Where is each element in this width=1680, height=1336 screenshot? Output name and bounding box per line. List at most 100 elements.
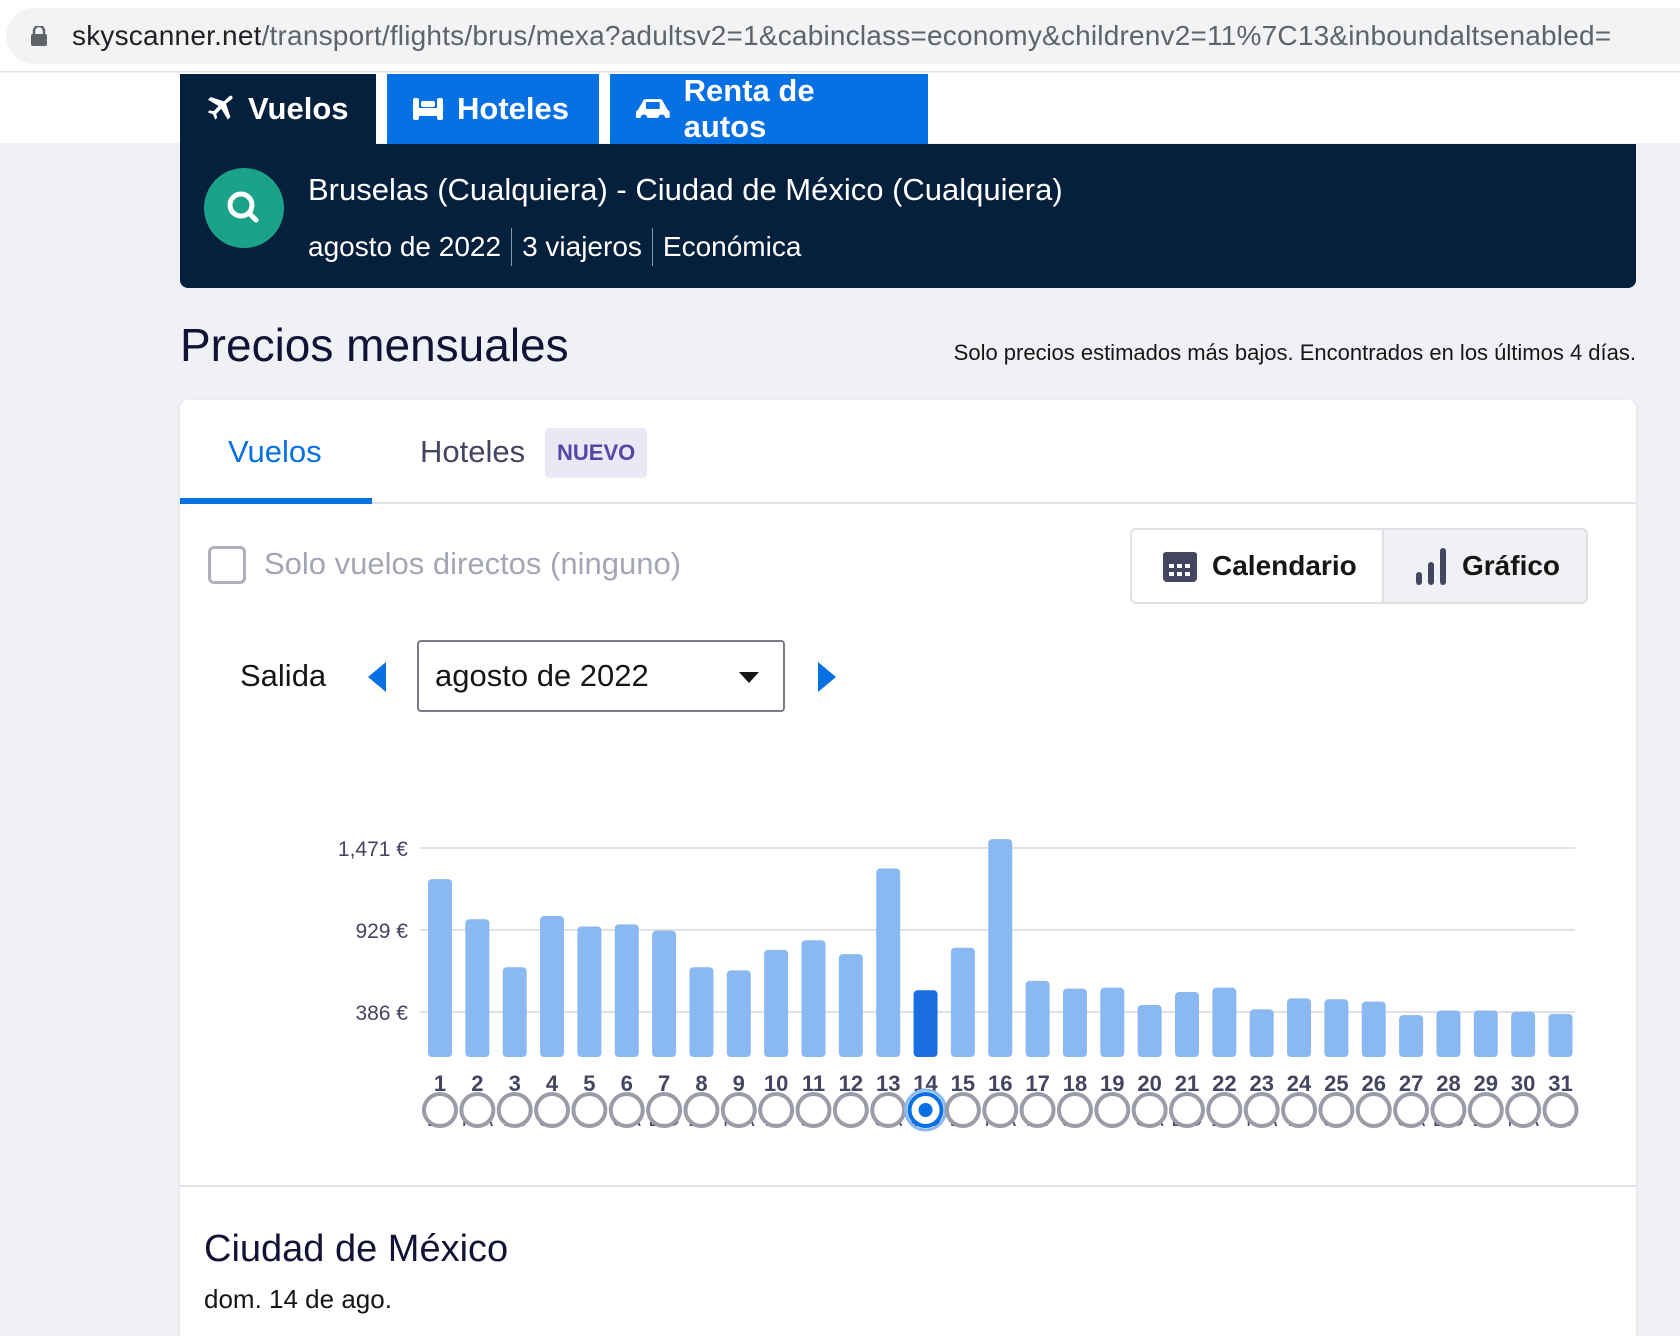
tab-card-hotels[interactable]: Hoteles xyxy=(420,434,525,470)
calendar-icon xyxy=(1163,552,1197,582)
price-bar[interactable] xyxy=(689,967,714,1057)
price-bar[interactable] xyxy=(465,919,490,1057)
date-dot[interactable] xyxy=(1505,1092,1542,1128)
tab-car-rental-label: Renta de autos xyxy=(683,73,815,144)
tab-card-flights[interactable]: Vuelos xyxy=(228,434,322,470)
price-bar[interactable] xyxy=(1212,987,1237,1057)
new-badge: NUEVO xyxy=(545,428,648,478)
price-bar[interactable] xyxy=(1287,998,1312,1057)
price-bar[interactable] xyxy=(614,924,639,1057)
price-bar[interactable] xyxy=(1025,980,1050,1057)
price-bar[interactable] xyxy=(1361,1001,1386,1057)
date-dot[interactable] xyxy=(422,1092,458,1128)
tab-flights[interactable]: Vuelos xyxy=(180,74,376,144)
date-dot[interactable] xyxy=(1243,1092,1280,1128)
date-dot[interactable] xyxy=(720,1092,757,1128)
price-bar[interactable] xyxy=(1249,1009,1274,1057)
previous-month-icon[interactable] xyxy=(368,662,386,692)
date-dot[interactable] xyxy=(571,1092,608,1128)
price-note: Solo precios estimados más bajos. Encont… xyxy=(953,340,1636,365)
tab-flights-label: Vuelos xyxy=(248,91,349,126)
y-tick-label: 386 € xyxy=(355,1002,408,1025)
date-dot[interactable] xyxy=(1318,1092,1355,1128)
y-tick-label: 1,471 € xyxy=(338,838,408,861)
departure-label: Salida xyxy=(240,658,327,693)
price-bar[interactable] xyxy=(988,839,1013,1057)
date-dot[interactable] xyxy=(1281,1092,1318,1128)
price-bar-selected[interactable] xyxy=(913,990,938,1057)
price-bar[interactable] xyxy=(764,949,789,1057)
date-dot[interactable] xyxy=(1056,1092,1093,1128)
price-bar[interactable] xyxy=(1324,999,1349,1057)
search-meta: agosto de 2022 3 viajeros Económica xyxy=(308,228,801,266)
calendar-view-label: Calendario xyxy=(1212,550,1357,581)
price-bar[interactable] xyxy=(838,954,863,1057)
direct-flights-label[interactable]: Solo vuelos directos (ninguno) xyxy=(264,546,681,582)
price-bar[interactable] xyxy=(1473,1010,1498,1057)
date-dot[interactable] xyxy=(795,1092,832,1128)
date-dot[interactable] xyxy=(646,1092,683,1128)
result-date: dom. 14 de ago. xyxy=(204,1284,392,1314)
date-dot[interactable] xyxy=(534,1092,571,1128)
next-month-icon[interactable] xyxy=(818,662,836,692)
page-title: Precios mensuales xyxy=(180,319,569,371)
car-icon xyxy=(635,99,670,122)
bed-icon xyxy=(413,98,443,120)
travelers-count: 3 viajeros xyxy=(522,231,642,262)
date-dot[interactable] xyxy=(758,1092,795,1128)
price-bar[interactable] xyxy=(1100,987,1125,1057)
search-icon xyxy=(227,191,259,223)
search-summary[interactable]: Bruselas (Cualquiera) - Ciudad de México… xyxy=(180,144,1636,288)
meta-divider xyxy=(511,228,513,266)
active-tab-indicator xyxy=(180,498,372,504)
date-dot[interactable] xyxy=(1467,1092,1504,1128)
calendar-view-button[interactable]: Calendario xyxy=(1132,530,1382,602)
date-dot[interactable] xyxy=(1430,1092,1467,1128)
price-bar[interactable] xyxy=(876,868,901,1057)
price-bar[interactable] xyxy=(428,879,452,1057)
price-bar[interactable] xyxy=(1399,1015,1424,1057)
price-bar[interactable] xyxy=(502,967,527,1057)
price-bar[interactable] xyxy=(1062,988,1087,1057)
price-bar[interactable] xyxy=(1137,1005,1162,1057)
date-dot[interactable] xyxy=(608,1092,645,1128)
chart-view-button[interactable]: Gráfico xyxy=(1382,530,1586,602)
date-dot[interactable] xyxy=(1542,1092,1579,1128)
search-button[interactable] xyxy=(204,168,284,248)
date-dot[interactable] xyxy=(1355,1092,1392,1128)
price-bar[interactable] xyxy=(1548,1013,1573,1057)
date-dot[interactable] xyxy=(1094,1092,1131,1128)
price-bar[interactable] xyxy=(950,947,975,1057)
month-select[interactable]: agosto de 2022 xyxy=(417,640,785,712)
cabin-class: Económica xyxy=(662,231,802,262)
direct-flights-checkbox[interactable] xyxy=(208,546,246,584)
price-bar[interactable] xyxy=(1175,992,1199,1057)
date-dot[interactable] xyxy=(1019,1092,1056,1128)
lock-icon xyxy=(31,26,47,46)
tab-hotels[interactable]: Hoteles xyxy=(387,74,599,144)
date-dot[interactable] xyxy=(459,1092,496,1128)
date-dot[interactable] xyxy=(944,1092,981,1128)
date-dot[interactable] xyxy=(496,1092,533,1128)
price-bar[interactable] xyxy=(577,926,602,1057)
chart-view-label: Gráfico xyxy=(1462,550,1561,581)
price-bar[interactable] xyxy=(1511,1011,1536,1057)
price-bar[interactable] xyxy=(726,970,751,1057)
date-dot[interactable] xyxy=(1169,1092,1205,1128)
date-dot[interactable] xyxy=(1393,1092,1430,1128)
date-dot[interactable] xyxy=(1206,1092,1243,1128)
date-dot[interactable] xyxy=(683,1092,720,1128)
card-tabs: Vuelos Hoteles NUEVO xyxy=(180,400,1636,504)
price-bar[interactable] xyxy=(540,916,565,1057)
date-dot[interactable] xyxy=(832,1092,869,1128)
price-bar[interactable] xyxy=(652,930,677,1057)
chevron-down-icon xyxy=(739,672,759,683)
tab-hotels-label: Hoteles xyxy=(457,91,569,126)
date-dot[interactable] xyxy=(1131,1092,1168,1128)
price-bar[interactable] xyxy=(1436,1010,1461,1057)
url-text[interactable]: skyscanner.net/transport/flights/brus/me… xyxy=(72,20,1611,52)
date-dot[interactable] xyxy=(982,1092,1019,1128)
tab-car-rental[interactable]: Renta de autos xyxy=(610,73,928,144)
price-bar[interactable] xyxy=(801,940,826,1057)
date-dot[interactable] xyxy=(870,1092,907,1128)
